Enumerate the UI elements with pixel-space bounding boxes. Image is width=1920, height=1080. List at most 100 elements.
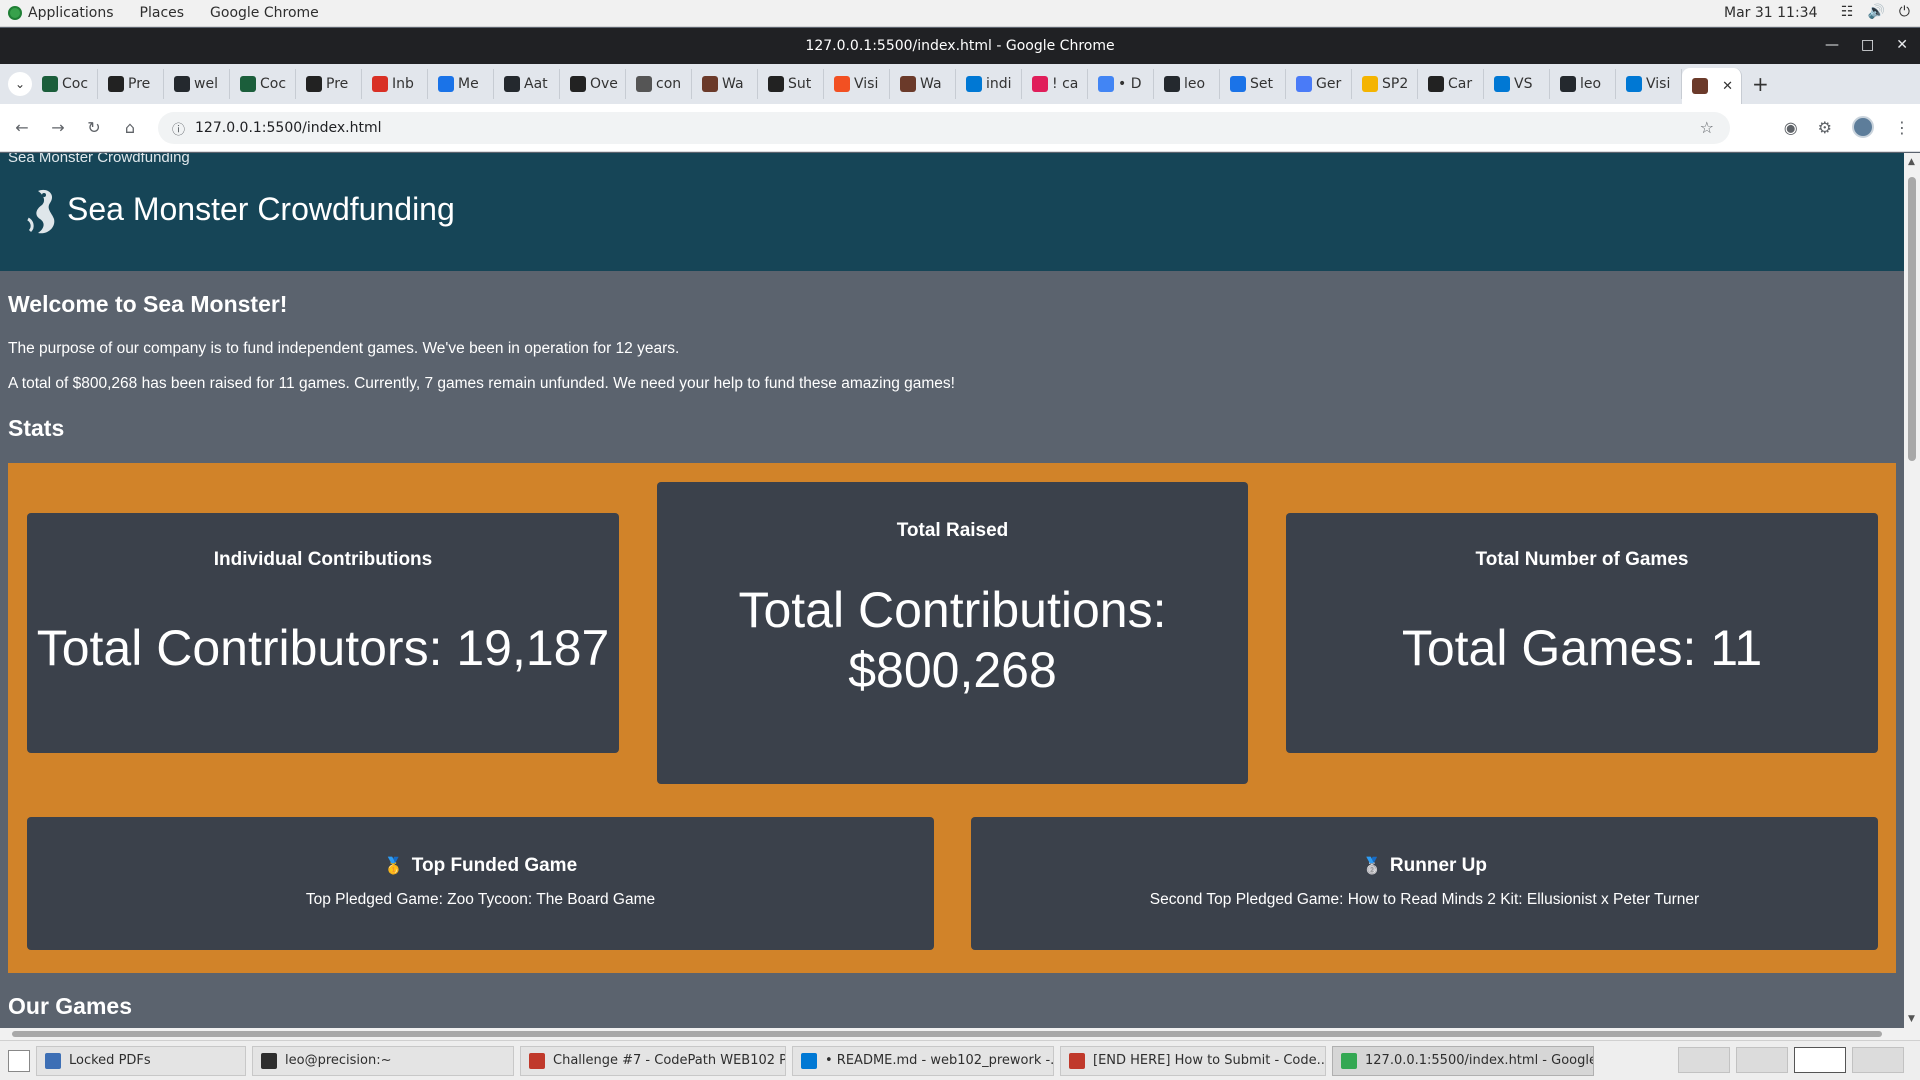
chrome-doc-icon	[1069, 1052, 1085, 1069]
codepath-icon	[306, 76, 322, 92]
tab-3[interactable]: Coc	[230, 69, 296, 99]
tab-2[interactable]: wel	[164, 69, 230, 99]
taskbar-item[interactable]: Challenge #7 - CodePath WEB102 P...	[520, 1045, 786, 1076]
tab-8[interactable]: Ove	[560, 69, 626, 99]
power-icon[interactable]: ⏻	[1899, 4, 1910, 20]
scroll-down-icon[interactable]: ▼	[1908, 1014, 1915, 1024]
incognito-extension-icon[interactable]: ◉	[1784, 118, 1798, 137]
new-tab-icon[interactable]: +	[1752, 72, 1769, 96]
tab-0[interactable]: Coc	[32, 69, 98, 99]
tab-12[interactable]: Visi	[824, 69, 890, 99]
codepath-icon	[768, 76, 784, 92]
silver-medal-icon: 🥈	[1361, 858, 1382, 875]
back-icon[interactable]: ←	[8, 114, 36, 142]
chrome-menu-icon[interactable]: ⋮	[1894, 118, 1910, 137]
tab-label: wel	[194, 76, 218, 92]
tab-14[interactable]: indi	[956, 69, 1022, 99]
tab-21[interactable]: Car	[1418, 69, 1484, 99]
runner-up-game: Second Top Pledged Game: How to Read Min…	[1149, 891, 1700, 908]
url-text[interactable]: 127.0.0.1:5500/index.html	[195, 120, 382, 136]
tab-label: Car	[1448, 76, 1473, 92]
taskbar-item-label: 127.0.0.1:5500/index.html - Google...	[1365, 1053, 1594, 1068]
tab-label: Visi	[854, 76, 879, 92]
tab-16[interactable]: • D	[1088, 69, 1154, 99]
tab-15[interactable]: ! ca	[1022, 69, 1088, 99]
taskbar-item[interactable]: 127.0.0.1:5500/index.html - Google...	[1332, 1045, 1594, 1076]
profile-avatar[interactable]	[1852, 116, 1874, 138]
system-tray: ☷ 🔊 ⏻	[1841, 4, 1910, 20]
gmail-icon	[372, 76, 388, 92]
tab-list: Coc Pre wel Coc Pre Inb Me Aat Ove con Wa Sut Visi Wa…	[32, 69, 1682, 99]
tab-22[interactable]: VS	[1484, 69, 1550, 99]
workspace-switcher	[1678, 1047, 1904, 1073]
task-list: Locked PDFs leo@precision:~ Challenge #7 -…	[30, 1045, 1594, 1076]
tab-label: Wa	[920, 76, 942, 92]
vertical-scrollbar[interactable]: ▲ ▼	[1904, 153, 1920, 1028]
tab-20[interactable]: SP2	[1352, 69, 1418, 99]
tab-search-dropdown-icon[interactable]: ⌄	[8, 72, 32, 96]
gemini-icon	[1296, 76, 1312, 92]
extensions-icon[interactable]: ⚙	[1818, 118, 1832, 137]
taskbar-item[interactable]: • README.md - web102_prework -...	[792, 1045, 1054, 1076]
tab-close-icon[interactable]: ✕	[1722, 79, 1733, 94]
reload-icon[interactable]: ↻	[80, 114, 108, 142]
tab-5[interactable]: Inb	[362, 69, 428, 99]
tab-label: SP2	[1382, 76, 1409, 92]
slack-icon	[1032, 76, 1048, 92]
clock[interactable]: Mar 31 11:34	[1724, 5, 1817, 21]
show-desktop-icon[interactable]	[8, 1049, 30, 1072]
active-app-menu[interactable]: Google Chrome	[210, 5, 319, 21]
taskbar-item-label: Challenge #7 - CodePath WEB102 P...	[553, 1053, 786, 1068]
minimize-icon[interactable]: —	[1825, 37, 1839, 53]
volume-icon[interactable]: 🔊	[1867, 4, 1884, 20]
maximize-icon[interactable]: □	[1861, 37, 1874, 53]
tab-17[interactable]: leo	[1154, 69, 1220, 99]
tab-24[interactable]: Visi	[1616, 69, 1682, 99]
taskbar: Locked PDFs leo@precision:~ Challenge #7 -…	[0, 1040, 1920, 1080]
scrollbar-thumb[interactable]	[1908, 177, 1916, 461]
games-card: Total Number of Games Total Games: 11	[1286, 513, 1878, 753]
tab-active[interactable]: ✕	[1682, 68, 1742, 104]
tab-label: Coc	[62, 76, 89, 92]
places-menu[interactable]: Places	[140, 5, 185, 21]
github-icon	[1560, 76, 1576, 92]
address-bar[interactable]: ⓘ 127.0.0.1:5500/index.html ☆	[158, 112, 1730, 144]
tab-10[interactable]: Wa	[692, 69, 758, 99]
workspace-2[interactable]	[1736, 1047, 1788, 1073]
tab-11[interactable]: Sut	[758, 69, 824, 99]
tab-1[interactable]: Pre	[98, 69, 164, 99]
tab-7[interactable]: Aat	[494, 69, 560, 99]
horizontal-scrollbar[interactable]	[0, 1028, 1920, 1040]
tab-23[interactable]: leo	[1550, 69, 1616, 99]
close-icon[interactable]: ✕	[1896, 37, 1908, 53]
google-icon	[1098, 76, 1114, 92]
web-page: Sea Monster Crowdfunding Sea Monster Cro…	[0, 153, 1904, 1028]
taskbar-item[interactable]: leo@precision:~	[252, 1045, 514, 1076]
tab-label: Pre	[326, 76, 349, 92]
workspace-4[interactable]	[1852, 1047, 1904, 1073]
tab-label: Set	[1250, 76, 1273, 92]
tab-19[interactable]: Ger	[1286, 69, 1352, 99]
taskbar-item[interactable]: [END HERE] How to Submit - Code...	[1060, 1045, 1326, 1076]
bookmark-star-icon[interactable]: ☆	[1700, 118, 1714, 137]
top-funded-title: Top Funded Game	[411, 855, 578, 876]
web-icon	[702, 76, 718, 92]
scroll-up-icon[interactable]: ▲	[1908, 157, 1915, 167]
workspace-3[interactable]	[1794, 1047, 1846, 1073]
taskbar-item-label: leo@precision:~	[285, 1053, 392, 1068]
horizontal-scrollbar-thumb[interactable]	[12, 1031, 1882, 1037]
tab-13[interactable]: Wa	[890, 69, 956, 99]
tab-6[interactable]: Me	[428, 69, 494, 99]
workspace-1[interactable]	[1678, 1047, 1730, 1073]
applications-menu[interactable]: Applications	[8, 5, 114, 21]
network-icon[interactable]: ☷	[1841, 4, 1854, 20]
tab-18[interactable]: Set	[1220, 69, 1286, 99]
tab-4[interactable]: Pre	[296, 69, 362, 99]
site-info-icon[interactable]: ⓘ	[172, 119, 185, 138]
chrome-doc-icon	[529, 1052, 545, 1069]
forward-icon[interactable]: →	[44, 114, 72, 142]
games-card-title: Total Number of Games	[1475, 549, 1689, 570]
home-icon[interactable]: ⌂	[116, 114, 144, 142]
tab-9[interactable]: con	[626, 69, 692, 99]
taskbar-item[interactable]: Locked PDFs	[36, 1045, 246, 1076]
